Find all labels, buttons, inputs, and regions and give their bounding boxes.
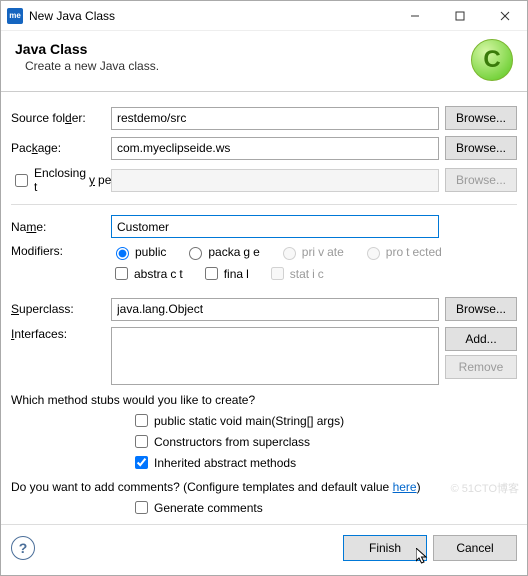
interfaces-label: Interfaces:: [11, 327, 111, 341]
cancel-button[interactable]: Cancel: [433, 535, 517, 561]
minimize-button[interactable]: [392, 1, 437, 31]
dialog-header: Java Class Create a new Java class. C: [1, 31, 527, 91]
interfaces-list[interactable]: [111, 327, 439, 385]
finish-button[interactable]: Finish: [343, 535, 427, 561]
help-button[interactable]: ?: [11, 536, 35, 560]
page-title: Java Class: [15, 41, 513, 57]
stub-main-checkbox[interactable]: public static void main(String[] args): [131, 411, 517, 430]
enclosing-type-checkbox[interactable]: Enclosing type:: [11, 166, 111, 194]
class-icon: C: [471, 39, 513, 81]
window-title: New Java Class: [29, 9, 392, 23]
modifier-abstract-checkbox[interactable]: abstract: [111, 264, 183, 283]
browse-enclosing-button: Browse...: [445, 168, 517, 192]
browse-package-button[interactable]: Browse...: [445, 136, 517, 160]
modifiers-label: Modifiers:: [11, 244, 111, 258]
cursor-icon: [416, 548, 430, 566]
modifier-public-radio[interactable]: public: [111, 244, 166, 260]
enclosing-type-input: [111, 169, 439, 192]
package-input[interactable]: [111, 137, 439, 160]
modifier-private-radio: private: [278, 244, 344, 260]
source-folder-label: Source folder:: [11, 111, 111, 125]
superclass-label: Superclass:: [11, 302, 111, 316]
page-subtitle: Create a new Java class.: [15, 59, 513, 73]
package-label: Package:: [11, 141, 111, 155]
name-input[interactable]: [111, 215, 439, 238]
modifier-final-checkbox[interactable]: final: [201, 264, 249, 283]
browse-source-button[interactable]: Browse...: [445, 106, 517, 130]
add-interface-button[interactable]: Add...: [445, 327, 517, 351]
configure-templates-link[interactable]: here: [393, 480, 417, 494]
watermark: © 51CTO博客: [451, 480, 519, 496]
superclass-input[interactable]: [111, 298, 439, 321]
generate-comments-checkbox[interactable]: Generate comments: [131, 498, 517, 517]
stubs-question: Which method stubs would you like to cre…: [11, 393, 517, 407]
browse-superclass-button[interactable]: Browse...: [445, 297, 517, 321]
app-icon: me: [7, 8, 23, 24]
remove-interface-button: Remove: [445, 355, 517, 379]
close-button[interactable]: [482, 1, 527, 31]
maximize-button[interactable]: [437, 1, 482, 31]
separator-1: [11, 204, 517, 205]
stub-inherited-checkbox[interactable]: Inherited abstract methods: [131, 453, 517, 472]
source-folder-input[interactable]: [111, 107, 439, 130]
titlebar: me New Java Class: [1, 1, 527, 31]
name-label: Name:: [11, 220, 111, 234]
modifier-static-checkbox: static: [267, 264, 324, 283]
comments-question: Do you want to add comments? (Configure …: [11, 480, 517, 494]
stub-constructors-checkbox[interactable]: Constructors from superclass: [131, 432, 517, 451]
modifier-package-radio[interactable]: package: [184, 244, 259, 260]
modifier-protected-radio: protected: [362, 244, 442, 260]
